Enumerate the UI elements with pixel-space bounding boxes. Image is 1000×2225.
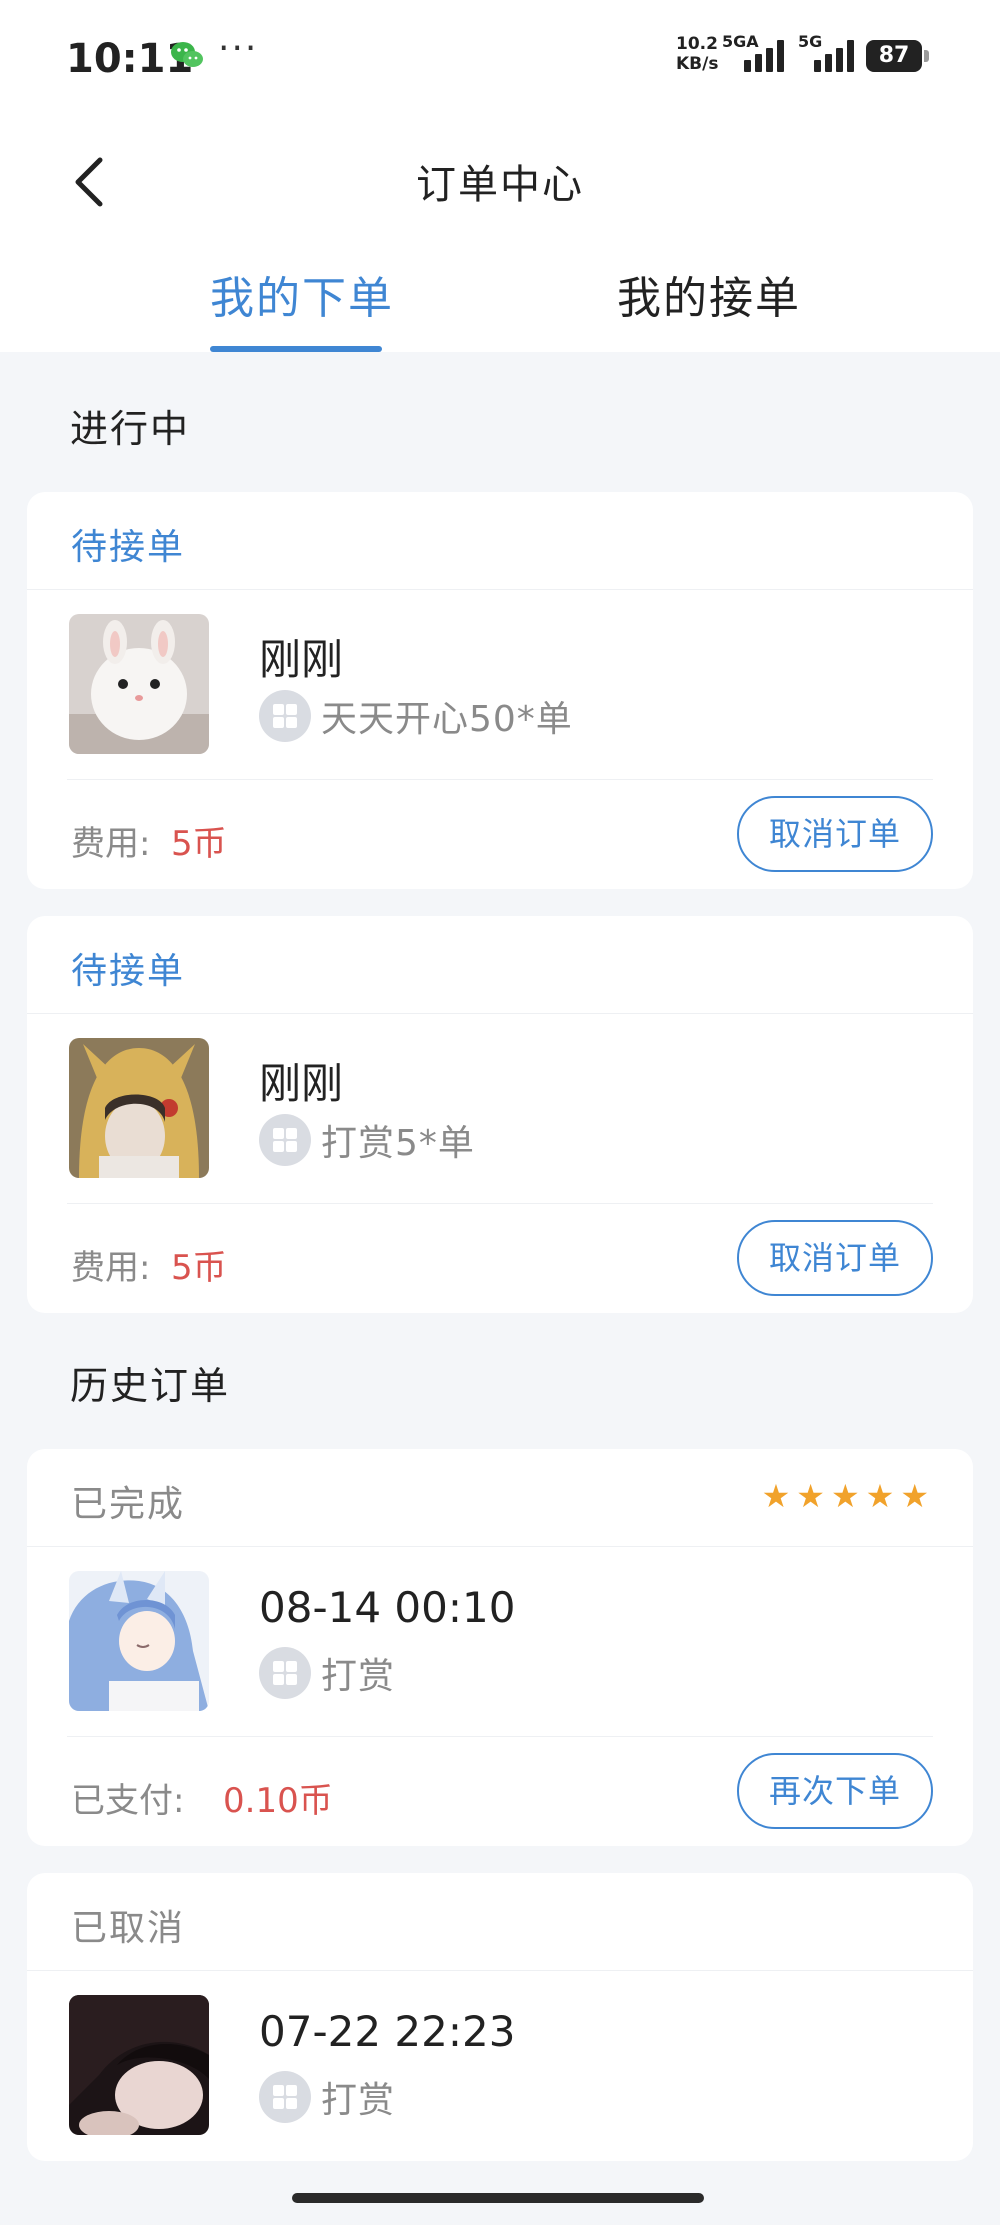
order-status: 待接单	[71, 951, 186, 992]
history-order-card: 已完成 ★ ★ ★ ★ ★ 08-14 00:10 打赏 已支付: 0.10币 …	[27, 1449, 973, 1846]
order-service: 天天开心50*单	[321, 699, 573, 740]
order-service: 打赏5*单	[321, 1123, 475, 1164]
tab-my-accepted[interactable]: 我的接单	[617, 262, 801, 326]
star-icon: ★	[865, 1477, 895, 1515]
reorder-button[interactable]: 再次下单	[737, 1753, 933, 1829]
order-card-footer: 费用: 5币 取消订单	[27, 780, 973, 889]
order-card-header: 待接单	[27, 916, 973, 1014]
order-card-footer: 费用: 5币 取消订单	[27, 1204, 973, 1313]
nav-bar: 订单中心	[0, 110, 1000, 240]
page-title: 订单中心	[416, 162, 584, 208]
order-card-footer: 已支付: 0.10币 再次下单	[27, 1737, 973, 1846]
dark-portrait-image	[69, 1995, 209, 2135]
order-status: 待接单	[71, 527, 186, 568]
star-icon: ★	[761, 1477, 791, 1515]
star-icon: ★	[830, 1477, 860, 1515]
order-card-header: 已完成 ★ ★ ★ ★ ★	[27, 1449, 973, 1547]
rating-stars: ★ ★ ★ ★ ★	[762, 1479, 929, 1513]
app-grid-icon	[259, 1114, 311, 1166]
history-order-card: 已取消 07-22 22:23 打赏	[27, 1873, 973, 2161]
order-card-header: 已取消	[27, 1873, 973, 1971]
fee-label: 费用:	[71, 824, 151, 864]
more-notifications-icon: ···	[218, 28, 259, 69]
section-title-in-progress: 进行中	[70, 407, 191, 451]
order-service-row: 天天开心50*单	[259, 690, 573, 742]
order-tabs: 我的下单 我的接单	[0, 262, 1000, 352]
pikachu-hood-portrait-image	[69, 1038, 209, 1178]
star-icon: ★	[900, 1477, 929, 1515]
order-status: 已取消	[71, 1908, 186, 1949]
app-grid-icon	[259, 1647, 311, 1699]
status-bar: 10:11 ··· 10.2 KB/s 5GA 5G 87	[0, 0, 1000, 110]
top-area: 10:11 ··· 10.2 KB/s 5GA 5G 87 订单中心 我的下单 …	[0, 0, 1000, 352]
home-indicator[interactable]	[292, 2193, 704, 2203]
network-rate: 10.2 KB/s	[676, 34, 718, 74]
white-rabbit-image	[69, 614, 209, 754]
fee-label: 费用:	[71, 1248, 151, 1288]
order-time: 07-22 22:23	[259, 2007, 516, 2056]
order-service: 打赏	[321, 1656, 396, 1697]
battery-tip	[924, 50, 929, 62]
cancel-order-button[interactable]: 取消订单	[737, 796, 933, 872]
order-card-body[interactable]: 刚刚 打赏5*单	[67, 1014, 933, 1204]
sim1-signal-icon	[744, 40, 784, 72]
order-service-row: 打赏	[259, 2071, 395, 2123]
paid-value: 0.10币	[223, 1781, 333, 1821]
fee-value: 5币	[171, 1248, 227, 1288]
order-thumbnail	[69, 614, 209, 754]
order-card: 待接单 刚刚 打赏5*单 费用: 5币 取消订单	[27, 916, 973, 1313]
order-card: 待接单 刚刚 天天开心50*单 费用: 5币 取消订单	[27, 492, 973, 889]
tab-my-orders[interactable]: 我的下单	[210, 262, 394, 326]
order-card-body[interactable]: 08-14 00:10 打赏	[67, 1547, 933, 1737]
order-thumbnail	[69, 1038, 209, 1178]
network-rate-unit: KB/s	[676, 54, 719, 74]
order-status: 已完成	[71, 1484, 186, 1525]
paid-label: 已支付:	[71, 1781, 185, 1821]
network-rate-value: 10.2	[676, 34, 718, 54]
app-grid-icon	[259, 690, 311, 742]
order-thumbnail	[69, 1571, 209, 1711]
sim2-signal-icon	[814, 40, 854, 72]
star-icon: ★	[796, 1477, 825, 1515]
section-title-history: 历史订单	[70, 1364, 231, 1408]
order-service-row: 打赏	[259, 1647, 395, 1699]
battery-icon: 87	[866, 40, 922, 72]
order-card-header: 待接单	[27, 492, 973, 590]
order-thumbnail	[69, 1995, 209, 2135]
order-service-row: 打赏5*单	[259, 1114, 475, 1166]
fee-value: 5币	[171, 824, 227, 864]
order-card-body[interactable]: 刚刚 天天开心50*单	[67, 590, 933, 780]
anime-blue-hair-girl-image	[69, 1571, 209, 1711]
order-card-body[interactable]: 07-22 22:23 打赏	[67, 1971, 933, 2161]
app-grid-icon	[259, 2071, 311, 2123]
order-time: 刚刚	[259, 635, 344, 684]
order-time: 08-14 00:10	[259, 1583, 516, 1632]
cancel-order-button[interactable]: 取消订单	[737, 1220, 933, 1296]
active-tab-indicator	[210, 346, 382, 352]
order-time: 刚刚	[259, 1059, 344, 1108]
wechat-icon	[171, 42, 203, 67]
order-service: 打赏	[321, 2080, 396, 2121]
